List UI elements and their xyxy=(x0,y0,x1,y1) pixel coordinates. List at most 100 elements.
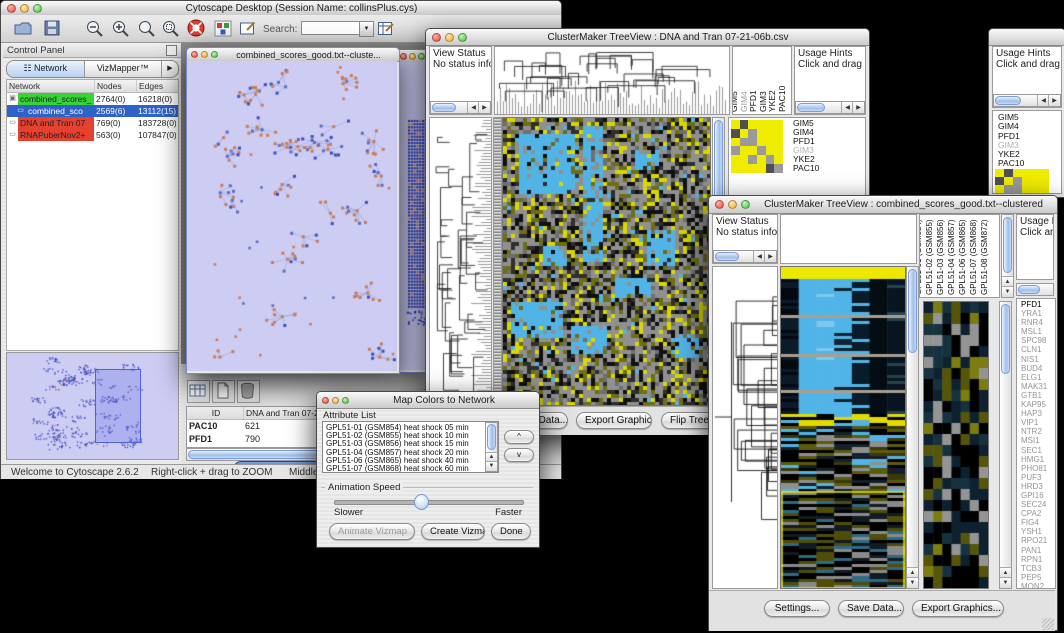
gene-label[interactable]: PAC10 xyxy=(793,164,819,173)
matrix-cell[interactable] xyxy=(1022,185,1031,193)
close-icon[interactable] xyxy=(715,200,724,209)
matrix-cell[interactable] xyxy=(995,193,1004,194)
gene-label[interactable]: CPA2 xyxy=(1021,509,1047,518)
network-row[interactable]: ▣combined_scores_2764(0)16218(0) xyxy=(7,93,178,105)
tv2-row-dendrogram[interactable] xyxy=(712,266,778,589)
gene-label[interactable]: BUD4 xyxy=(1021,364,1047,373)
tv1-usage-hscrollbar[interactable]: ◀▶ xyxy=(795,101,865,114)
matrix-cell[interactable] xyxy=(757,155,766,164)
matrix-cell[interactable] xyxy=(740,164,749,173)
animation-slider-track[interactable] xyxy=(334,500,524,505)
minimize-icon[interactable] xyxy=(20,4,29,13)
matrix-cell[interactable] xyxy=(731,138,740,147)
gene-label[interactable]: YRA1 xyxy=(1021,309,1047,318)
gene-label[interactable]: GIM4 xyxy=(793,128,819,137)
matrix-cell[interactable] xyxy=(1004,193,1013,194)
help-ring-icon[interactable] xyxy=(186,18,207,42)
search-dropdown-button[interactable]: ▼ xyxy=(359,21,374,37)
gene-label[interactable]: GIM5 xyxy=(793,119,819,128)
gene-label[interactable]: PHO81 xyxy=(1021,464,1047,473)
matrix-cell[interactable] xyxy=(1013,193,1022,194)
net1-titlebar[interactable]: combined_scores_good.txt--cluste... xyxy=(187,48,399,62)
matrix-cell[interactable] xyxy=(774,146,783,155)
create-attribute-button[interactable] xyxy=(212,380,235,403)
gene-label[interactable]: PAC10 xyxy=(998,159,1024,168)
matrix-cell[interactable] xyxy=(1004,185,1013,193)
gene-label[interactable]: SPC98 xyxy=(1021,336,1047,345)
zoom-window-icon[interactable] xyxy=(33,4,42,13)
zoom-fit-icon[interactable] xyxy=(137,19,157,41)
gene-label[interactable]: NIS1 xyxy=(1021,355,1047,364)
window-controls[interactable] xyxy=(1,4,42,13)
tv2-heatmap[interactable] xyxy=(780,266,906,589)
matrix-cell[interactable] xyxy=(774,164,783,173)
matrix-cell[interactable] xyxy=(774,155,783,164)
vizmapper-nodes-icon[interactable] xyxy=(214,20,232,40)
save-session-button[interactable] xyxy=(43,19,61,40)
zoom-selected-icon[interactable] xyxy=(161,19,181,41)
zoom-window-icon[interactable] xyxy=(458,33,467,42)
matrix-cell[interactable] xyxy=(766,129,775,138)
tv1-row-dendrogram[interactable] xyxy=(429,117,492,406)
tv2-zoom-vscrollbar[interactable]: ▲▼ xyxy=(999,301,1012,589)
matrix-cell[interactable] xyxy=(995,177,1004,185)
close-icon[interactable] xyxy=(7,4,16,13)
tv1-column-dendrogram[interactable] xyxy=(494,46,730,115)
matrix-cell[interactable] xyxy=(1031,177,1040,185)
tab-overflow-arrow[interactable]: ▶ xyxy=(162,61,178,77)
resize-grip[interactable] xyxy=(1042,618,1054,630)
gene-label[interactable]: RNR4 xyxy=(1021,318,1047,327)
move-up-button[interactable]: ^ xyxy=(504,430,534,444)
gene-label[interactable]: ELG1 xyxy=(1021,373,1047,382)
matrix-cell[interactable] xyxy=(757,138,766,147)
tv2-labels-vscrollbar[interactable]: ▲▼ xyxy=(1001,214,1014,298)
gene-label[interactable]: YKE2 xyxy=(998,150,1024,159)
attribute-select-button[interactable] xyxy=(187,380,210,403)
gene-label[interactable]: GTB1 xyxy=(1021,391,1047,400)
matrix-cell[interactable] xyxy=(748,164,757,173)
matrix-cell[interactable] xyxy=(731,120,740,129)
attribute-list-vscrollbar[interactable]: ▲ ▼ xyxy=(485,422,498,472)
matrix-cell[interactable] xyxy=(731,164,740,173)
matrix-cell[interactable] xyxy=(748,138,757,147)
matrix-cell[interactable] xyxy=(1004,177,1013,185)
delete-attribute-button[interactable] xyxy=(237,380,260,403)
gene-label[interactable]: MON2 xyxy=(1021,582,1047,589)
matrix-cell[interactable] xyxy=(731,146,740,155)
tv1-status-hscrollbar[interactable]: ◀▶ xyxy=(430,101,491,114)
gene-label[interactable]: MSI1 xyxy=(1021,436,1047,445)
minimize-icon[interactable] xyxy=(201,51,208,58)
matrix-cell[interactable] xyxy=(1004,169,1013,177)
fragment-titlebar[interactable] xyxy=(989,29,1064,46)
search-input[interactable] xyxy=(301,21,361,35)
minimize-icon[interactable] xyxy=(445,33,454,42)
tv2-zoom-heatmap[interactable] xyxy=(923,301,989,589)
matrix-cell[interactable] xyxy=(731,155,740,164)
close-icon[interactable] xyxy=(322,397,329,404)
matrix-cell[interactable] xyxy=(740,138,749,147)
gene-label[interactable]: HAP3 xyxy=(1021,409,1047,418)
matrix-cell[interactable] xyxy=(995,185,1004,193)
gene-label[interactable]: VIP1 xyxy=(1021,418,1047,427)
tab-network[interactable]: ☷ Network xyxy=(7,61,85,77)
float-panel-icon[interactable] xyxy=(166,45,177,56)
matrix-cell[interactable] xyxy=(1013,185,1022,193)
gene-label[interactable]: MSL1 xyxy=(1021,327,1047,336)
zoom-window-icon[interactable] xyxy=(342,397,349,404)
tv2-usage-hscrollbar[interactable] xyxy=(1016,283,1054,296)
matrix-cell[interactable] xyxy=(757,120,766,129)
matrix-cell[interactable] xyxy=(1013,177,1022,185)
matrix-cell[interactable] xyxy=(1040,185,1049,193)
export-graphics-button[interactable]: Export Graphics... xyxy=(576,412,652,429)
main-titlebar[interactable]: Cytoscape Desktop (Session Name: collins… xyxy=(1,1,561,16)
gene-label[interactable]: YKE2 xyxy=(793,155,819,164)
matrix-cell[interactable] xyxy=(757,129,766,138)
gene-label[interactable]: MAK31 xyxy=(1021,382,1047,391)
minimize-icon[interactable] xyxy=(409,53,416,60)
matrix-cell[interactable] xyxy=(1040,193,1049,194)
create-vizmap-button[interactable]: Create Vizmap xyxy=(421,523,485,540)
matrix-cell[interactable] xyxy=(731,129,740,138)
tv2-status-hscrollbar[interactable]: ◀▶ xyxy=(713,250,777,263)
matrix-cell[interactable] xyxy=(748,146,757,155)
matrix-cell[interactable] xyxy=(774,138,783,147)
